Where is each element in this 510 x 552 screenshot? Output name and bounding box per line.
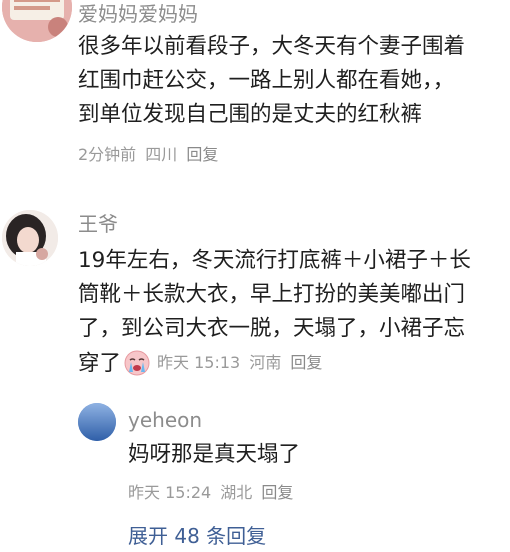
avatar-image-icon xyxy=(2,210,58,266)
reply-button[interactable]: 回复 xyxy=(290,353,322,372)
comment-time: 昨天 15:13 xyxy=(157,353,241,372)
avatar-image-icon xyxy=(2,0,72,42)
reply-text-line: 妈呀那是真天塌了 xyxy=(128,442,301,467)
avatar-image-icon xyxy=(78,403,116,441)
avatar[interactable] xyxy=(78,403,116,441)
comment-text-line: 很多年以前看段子，大冬天有个妻子围着 xyxy=(78,34,466,59)
comment-text-line: 红围巾赶公交，一路上别人都在看她，， xyxy=(78,68,455,93)
crying-face-emoji-icon xyxy=(124,350,150,376)
comment-meta: 2分钟前 四川 回复 xyxy=(78,145,218,165)
comment-location: 四川 xyxy=(145,145,178,164)
reply-username[interactable]: yeheon xyxy=(128,408,202,432)
reply-button[interactable]: 回复 xyxy=(261,483,293,502)
reply-button[interactable]: 回复 xyxy=(186,145,218,164)
comment-text: 19年左右，冬天流行打底裤＋小裙子＋长 筒靴＋长款大衣，早上打扮的美美嘟出门 了… xyxy=(78,244,471,381)
comment-text: 很多年以前看段子，大冬天有个妻子围着 红围巾赶公交，一路上别人都在看她，， 到单… xyxy=(78,30,465,132)
reply-text: 妈呀那是真天塌了 xyxy=(128,438,300,472)
reply-time: 昨天 15:24 xyxy=(128,483,212,502)
comment-username[interactable]: 王爷 xyxy=(78,212,118,236)
expand-replies-link[interactable]: 展开 48 条回复 xyxy=(128,523,266,549)
comment-text-line: 了，到公司大衣一脱，天塌了，小裙子忘 xyxy=(78,316,466,341)
reply-meta: 昨天 15:24 湖北 回复 xyxy=(128,483,293,503)
comment-time: 2分钟前 xyxy=(78,145,137,164)
comment-text-line: 到单位发现自己围的是丈夫的红秋裤 xyxy=(78,102,423,127)
comment-text-line-end: 穿了 xyxy=(78,351,122,376)
comment-location: 河南 xyxy=(249,353,282,372)
reply-location: 湖北 xyxy=(220,483,253,502)
comment-username[interactable]: 爱妈妈爱妈妈 xyxy=(78,2,198,26)
avatar[interactable] xyxy=(2,0,72,42)
comment-text-line: 穿了 昨天 15:13 河南 回复 xyxy=(78,346,471,381)
comment-text-line: 19年左右，冬天流行打底裤＋小裙子＋长 xyxy=(78,248,471,273)
comment-text-line: 筒靴＋长款大衣，早上打扮的美美嘟出门 xyxy=(78,282,466,307)
avatar[interactable] xyxy=(2,210,58,266)
comment-meta: 昨天 15:13 河南 回复 xyxy=(157,353,322,372)
